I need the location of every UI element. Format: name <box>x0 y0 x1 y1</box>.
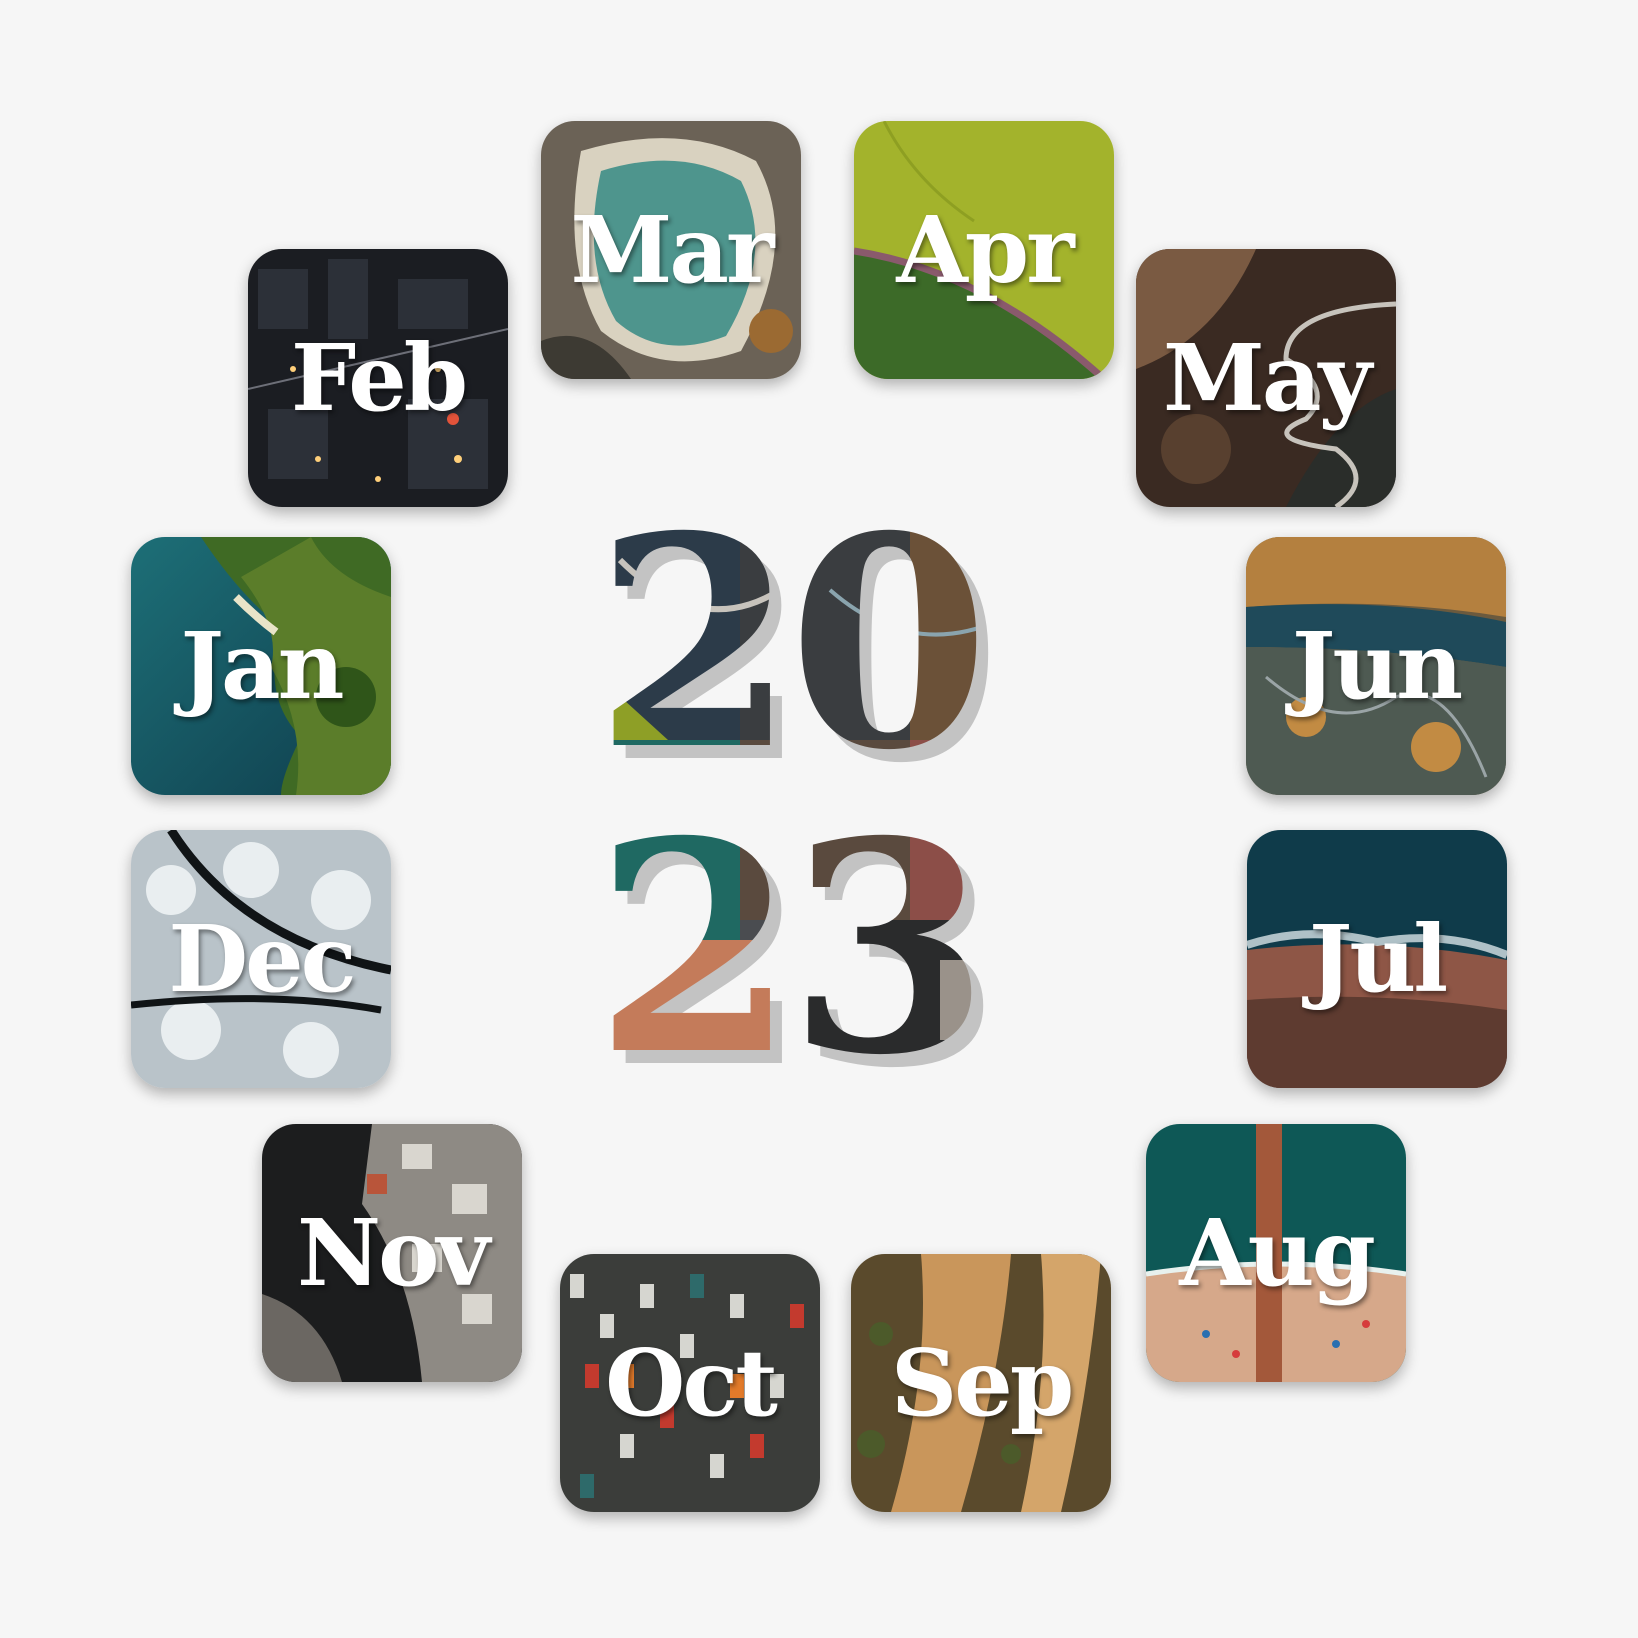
year-top: 20 <box>594 474 982 814</box>
year-bottom: 23 <box>594 779 982 1119</box>
year-graphic: 20 20 23 23 <box>594 474 1002 1132</box>
